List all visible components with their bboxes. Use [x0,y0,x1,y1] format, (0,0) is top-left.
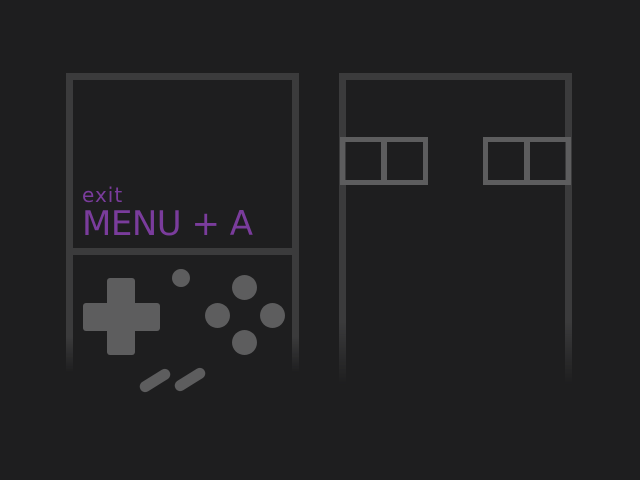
exit-button-combo: MENU + A [82,204,253,244]
window-pane-divider [381,142,387,180]
window-pane-divider [524,142,530,180]
face-button-left-icon [205,303,230,328]
window-pane-icon [483,137,571,185]
exit-label: exit [82,183,124,207]
screen-divider [73,248,292,255]
device-frame-illustration [339,73,572,385]
window-pane-icon [340,137,428,185]
face-button-bottom-icon [232,330,257,355]
select-button-icon [172,269,190,287]
exit-hint-screen: exit MENU + A [0,0,640,480]
face-button-right-icon [260,303,285,328]
dpad-icon-horizontal [83,303,160,331]
face-button-top-icon [232,275,257,300]
